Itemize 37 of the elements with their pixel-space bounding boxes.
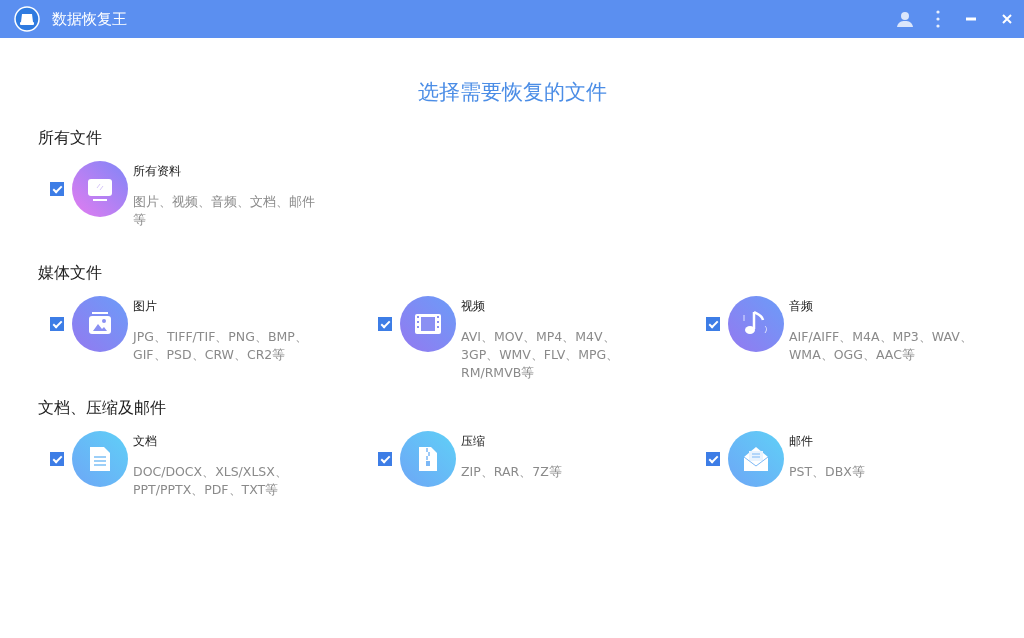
monitor-icon: [72, 161, 128, 217]
image-icon: [72, 296, 128, 352]
more-options-icon[interactable]: [936, 10, 940, 28]
checkbox[interactable]: [50, 182, 64, 196]
page-heading: 选择需要恢复的文件: [416, 79, 608, 106]
category-title: 音频: [789, 298, 814, 315]
music-note-icon: [728, 296, 784, 352]
category-description: AVI、MOV、MP4、M4V、3GP、WMV、FLV、MPG、RM/RMVB等: [461, 328, 621, 382]
section-title: 所有文件: [38, 128, 103, 149]
category-title: 邮件: [789, 433, 814, 450]
section-title: 文档、压缩及邮件: [38, 398, 167, 419]
close-icon[interactable]: [1002, 14, 1012, 24]
category-description: PST、DBX等: [789, 463, 866, 481]
checkbox[interactable]: [50, 452, 64, 466]
mail-icon: [728, 431, 784, 487]
category-description: 图片、视频、音频、文档、邮件等: [133, 193, 316, 229]
category-title: 压缩: [461, 433, 486, 450]
window-title: 数据恢复王: [52, 9, 127, 29]
checkbox[interactable]: [50, 317, 64, 331]
category-description: DOC/DOCX、XLS/XLSX、PPT/PPTX、PDF、TXT等: [133, 463, 289, 499]
zip-file-icon: [400, 431, 456, 487]
section-title: 媒体文件: [38, 263, 103, 284]
category-title: 视频: [461, 298, 486, 315]
film-icon: [400, 296, 456, 352]
checkbox[interactable]: [378, 452, 392, 466]
category-description: AIF/AIFF、M4A、MP3、WAV、WMA、OGG、AAC等: [789, 328, 974, 364]
checkbox[interactable]: [706, 317, 720, 331]
category-title: 图片: [133, 298, 158, 315]
document-icon: [72, 431, 128, 487]
category-description: JPG、TIFF/TIF、PNG、BMP、GIF、PSD、CRW、CR2等: [133, 328, 309, 364]
app-logo-icon: [14, 6, 40, 32]
category-description: ZIP、RAR、7Z等: [461, 463, 563, 481]
checkbox[interactable]: [706, 452, 720, 466]
category-title: 文档: [133, 433, 158, 450]
category-title: 所有资料: [133, 163, 182, 180]
checkbox[interactable]: [378, 317, 392, 331]
user-icon[interactable]: [896, 10, 914, 28]
